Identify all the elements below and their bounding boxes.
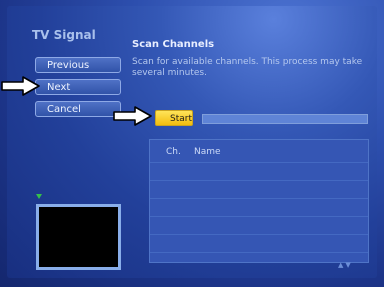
screen: TV Signal Previous Next Cancel Scan Chan… [0, 0, 384, 287]
green-arrow-icon [36, 194, 42, 199]
hand-pointer-icon [113, 106, 153, 126]
previous-button[interactable]: Previous [35, 57, 121, 73]
column-header-name: Name [194, 147, 221, 157]
tv-preview [36, 204, 121, 270]
scroll-arrows-icon[interactable]: ▲▼ [338, 261, 353, 269]
section-description: Scan for available channels. This proces… [132, 57, 363, 78]
list-divider [150, 198, 368, 199]
next-button[interactable]: Next [35, 79, 121, 95]
list-divider [150, 216, 368, 217]
list-divider [150, 162, 368, 163]
media-center-window: TV Signal Previous Next Cancel Scan Chan… [7, 6, 377, 278]
list-divider [150, 252, 368, 253]
list-divider [150, 234, 368, 235]
cancel-button[interactable]: Cancel [35, 101, 121, 117]
start-button[interactable]: Start [155, 110, 193, 126]
list-divider [150, 180, 368, 181]
hand-pointer-icon [1, 76, 41, 96]
scan-progress-bar [202, 114, 368, 124]
page-title: TV Signal [32, 28, 96, 42]
section-heading: Scan Channels [132, 39, 215, 50]
column-header-channel: Ch. [166, 147, 181, 157]
channel-list[interactable]: Ch. Name [149, 139, 369, 263]
